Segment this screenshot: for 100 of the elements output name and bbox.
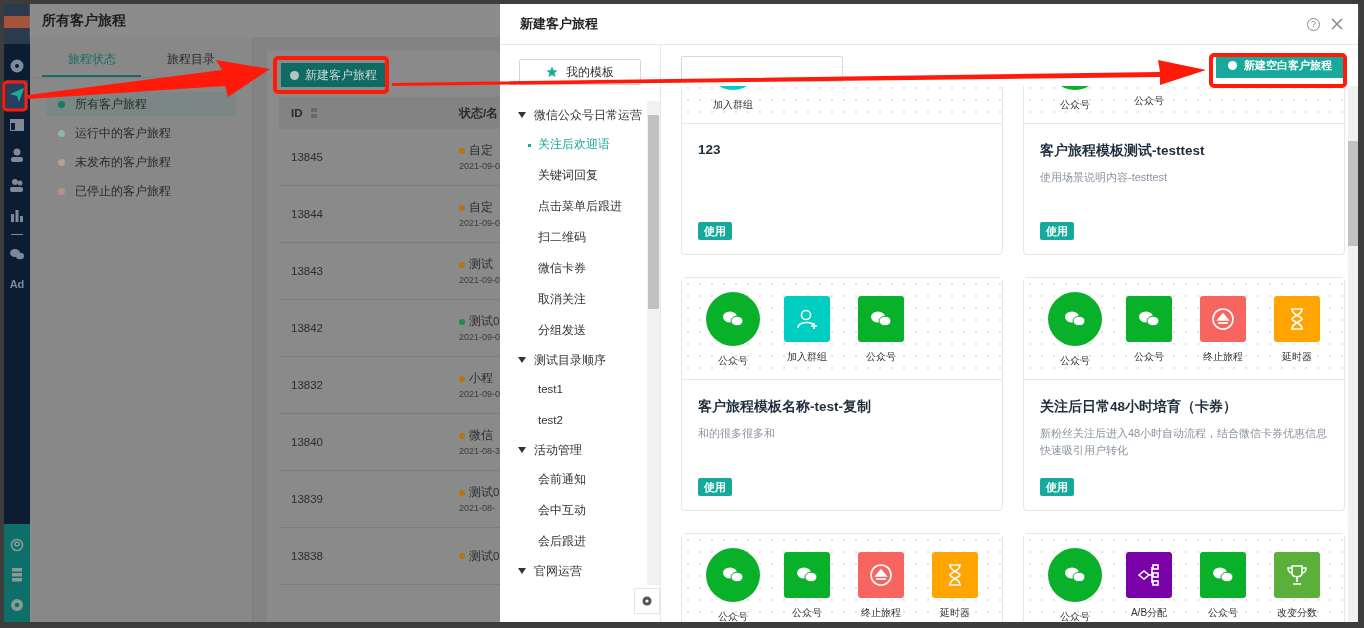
date-text: 2021-08- <box>459 503 497 513</box>
close-icon[interactable] <box>1330 17 1344 31</box>
table-cell-text: 13843 <box>290 265 324 277</box>
date-text: 2021-09-0 <box>459 218 501 228</box>
table-cell-text: 13832 <box>290 379 324 391</box>
table-cell-text: 13844 <box>290 208 324 220</box>
status-filter-item[interactable]: 所有客户旅程 <box>46 92 236 116</box>
settings-icon <box>641 595 653 607</box>
journey-name: 测试 <box>469 257 493 272</box>
chat-bubbles-icon <box>784 552 830 598</box>
highlight-frame <box>2 80 28 112</box>
journey-name: 小程 <box>469 371 493 386</box>
caret-icon <box>518 568 526 574</box>
node-label: 公众号 <box>718 354 748 368</box>
tree-item[interactable]: 分组发送 <box>500 315 647 346</box>
users-icon <box>9 177 25 193</box>
tree-item[interactable]: test2 <box>500 405 647 436</box>
chat-bubbles-icon <box>1048 292 1102 346</box>
date-text: 2021-09-0 <box>459 332 501 342</box>
tree-item[interactable]: test1 <box>500 374 647 405</box>
tree-group[interactable]: 活动管理 <box>500 436 647 464</box>
card-description: 新粉丝关注后进入48小时自动流程，结合微信卡券优惠信息快速吸引用户转化 <box>1040 426 1328 458</box>
journey-name: 自定 <box>469 200 493 215</box>
status-filter-item[interactable]: 运行中的客户旅程 <box>46 121 236 145</box>
filter-label: 未发布的客户旅程 <box>75 154 171 170</box>
journey-name: 测试0 <box>469 314 500 329</box>
node-label: 公众号 <box>718 610 748 622</box>
card-title: 客户旅程模板测试-testtest <box>1040 142 1205 160</box>
table-cell-text: 13840 <box>290 436 324 448</box>
node-label: 加入群组 <box>787 350 827 364</box>
date-text: 2021-09-0 <box>459 275 501 285</box>
journey-name: 测试0 <box>469 485 500 500</box>
date-text: 2021-09-0 <box>459 389 501 399</box>
caret-icon <box>518 447 526 453</box>
node-label: 公众号 <box>1208 606 1238 620</box>
tree-group[interactable]: 测试目录顺序 <box>500 346 647 374</box>
card-description: 使用场景说明内容-testtest <box>1040 170 1168 185</box>
node-label: 公众号 <box>792 606 822 620</box>
table-cell-text: 13839 <box>290 493 324 505</box>
card-title: 123 <box>698 142 721 157</box>
node-label: 公众号 <box>1134 350 1164 364</box>
user-icon <box>9 147 25 163</box>
node-label: 改变分数 <box>1277 606 1317 620</box>
page-title: 所有客户旅程 <box>42 11 126 30</box>
node-label: A/B分配 <box>1130 606 1168 620</box>
ad-nav-item[interactable]: Ad <box>6 269 28 299</box>
chat-bubbles-icon <box>1126 296 1172 342</box>
node-label: 终止旅程 <box>1203 350 1243 364</box>
star-icon <box>546 66 558 78</box>
caret-icon <box>518 357 526 363</box>
column-header[interactable]: ID <box>279 107 459 119</box>
tree-item[interactable]: 会后跟进 <box>500 526 647 557</box>
node-label: 加入群组 <box>713 98 753 112</box>
send-icon <box>9 87 25 103</box>
chat-bubbles-icon <box>1048 548 1102 602</box>
tree-item[interactable]: 点击菜单后跟进 <box>500 191 647 222</box>
new-journey-button[interactable]: 新建客户旅程 <box>281 63 386 87</box>
chat-bubbles-icon <box>706 292 760 346</box>
node-label: 公众号 <box>1060 610 1090 622</box>
scrollbar[interactable] <box>647 101 660 585</box>
tree-group[interactable]: 微信公众号日常运营 <box>500 101 647 129</box>
journey-name: 测试0 <box>469 548 500 564</box>
node-label: 公众号 <box>1134 94 1164 108</box>
node-label: 公众号 <box>1060 98 1090 112</box>
node-label: 延时器 <box>940 606 970 620</box>
chat-bubbles-icon <box>1200 552 1246 598</box>
tree-item[interactable]: 取消关注 <box>500 284 647 315</box>
table-icon <box>9 117 25 133</box>
tree-item[interactable]: 微信卡券 <box>500 253 647 284</box>
tree-item[interactable]: 扫二维码 <box>500 222 647 253</box>
plus-icon <box>1228 61 1237 70</box>
dashboard-icon <box>9 57 25 73</box>
tree-item[interactable]: 关键词回复 <box>500 160 647 191</box>
table-cell-text: 13842 <box>290 322 324 334</box>
status-filter-item[interactable]: 已停止的客户旅程 <box>46 179 236 203</box>
tree-group[interactable]: 官网运营 <box>500 557 647 585</box>
card-title: 客户旅程模板名称-test-复制 <box>698 398 871 416</box>
chart-icon <box>9 207 25 223</box>
table-cell-text: 13838 <box>290 550 324 562</box>
date-text: 2021-08-3 <box>459 446 501 456</box>
branch-icon <box>1126 552 1172 598</box>
node-label: 公众号 <box>1060 354 1090 368</box>
tab[interactable]: 旅程目录 <box>141 45 240 75</box>
eject-icon <box>858 552 904 598</box>
date-text: 2021-09-0 <box>459 161 501 171</box>
filter-label: 所有客户旅程 <box>75 96 147 112</box>
logo-icon <box>4 4 30 44</box>
hourglass-icon <box>1274 296 1320 342</box>
tree-item[interactable]: 会前通知 <box>500 464 647 495</box>
status-filter-item[interactable]: 未发布的客户旅程 <box>46 150 236 174</box>
card-title: 关注后日常48小时培育（卡券） <box>1040 398 1238 416</box>
settings-button[interactable] <box>634 588 660 614</box>
scrollbar[interactable] <box>1348 86 1358 622</box>
journey-name: 自定 <box>469 143 493 158</box>
node-label: 延时器 <box>1282 350 1312 364</box>
add-user-icon <box>784 296 830 342</box>
journey-name: 微信 <box>469 428 493 443</box>
tree-item[interactable]: 会中互动 <box>500 495 647 526</box>
chat-bubbles-icon <box>858 296 904 342</box>
node-label: 公众号 <box>866 350 896 364</box>
